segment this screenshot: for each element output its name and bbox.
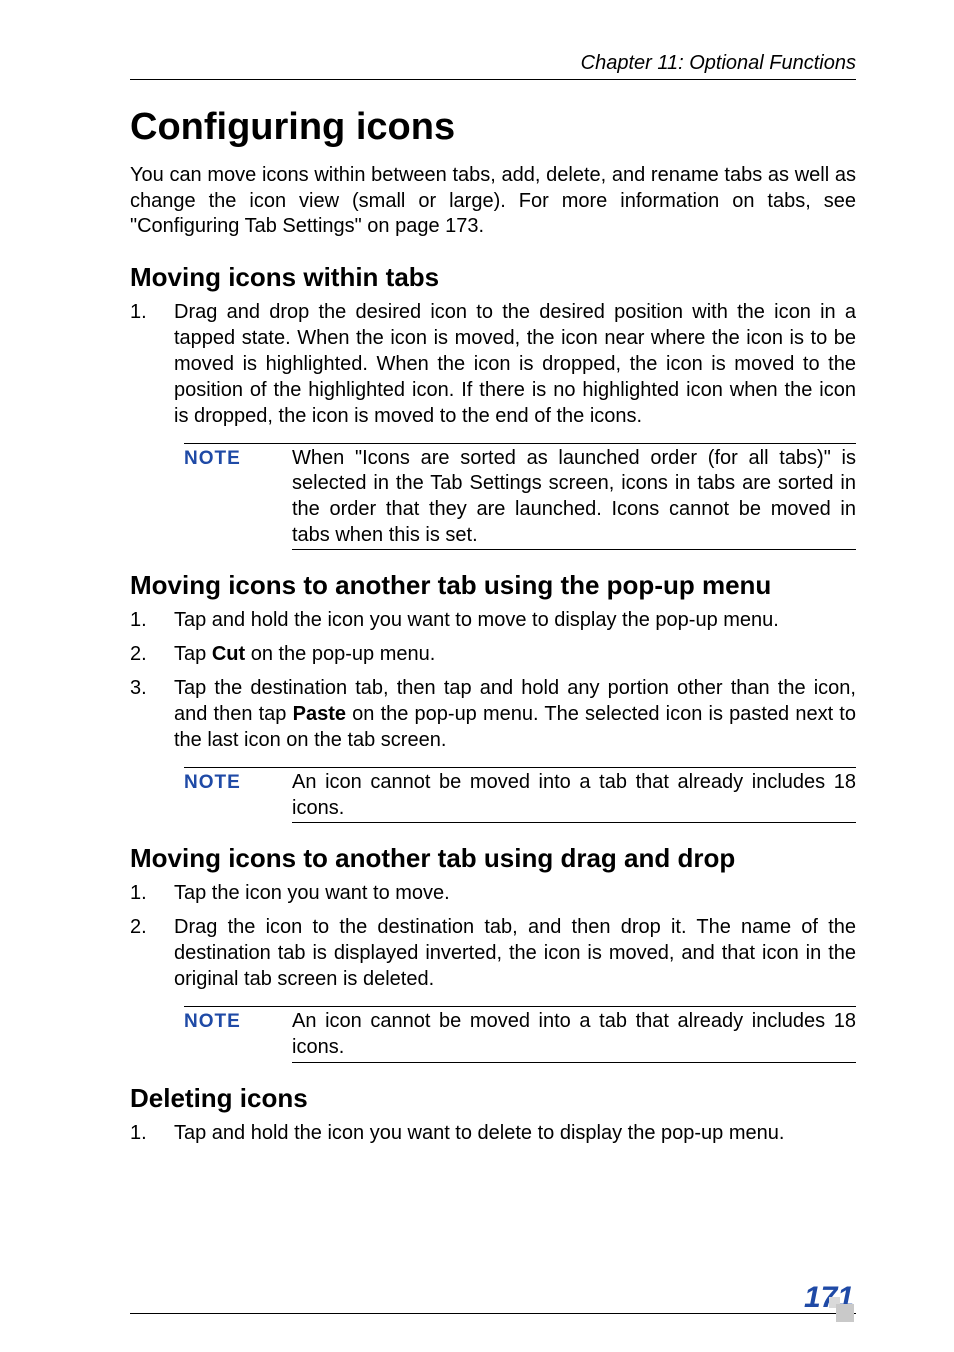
page-decoration-icon xyxy=(828,1296,854,1322)
bold-paste: Paste xyxy=(293,703,346,725)
step-text: Tap the icon you want to move. xyxy=(174,880,856,906)
note-block: NOTE An icon cannot be moved into a tab … xyxy=(184,1006,856,1062)
step-number: 1. xyxy=(130,1120,174,1146)
step-number: 3. xyxy=(130,675,174,753)
page: Chapter 11: Optional Functions Configuri… xyxy=(0,0,954,1352)
list-item: 1. Tap the icon you want to move. xyxy=(130,880,856,906)
note-body: An icon cannot be moved into a tab that … xyxy=(292,770,856,821)
section-heading-moving-within-tabs: Moving icons within tabs xyxy=(130,262,856,293)
list-item: 3. Tap the destination tab, then tap and… xyxy=(130,675,856,753)
intro-paragraph: You can move icons within between tabs, … xyxy=(130,163,856,240)
header-rule xyxy=(130,79,856,80)
note-label: NOTE xyxy=(184,446,292,470)
note-body: When "Icons are sorted as launched order… xyxy=(292,446,856,548)
list-item: 1. Tap and hold the icon you want to mov… xyxy=(130,607,856,633)
note-block: NOTE When "Icons are sorted as launched … xyxy=(184,443,856,550)
section-heading-drag-drop: Moving icons to another tab using drag a… xyxy=(130,843,856,874)
step-number: 1. xyxy=(130,880,174,906)
list-item: 1. Tap and hold the icon you want to del… xyxy=(130,1120,856,1146)
note-rule-bottom xyxy=(292,822,856,823)
note-label: NOTE xyxy=(184,1009,292,1033)
step-text: Tap and hold the icon you want to move t… xyxy=(174,607,856,633)
step-text: Drag the icon to the destination tab, an… xyxy=(174,914,856,992)
procedure-list: 1. Tap and hold the icon you want to del… xyxy=(130,1120,856,1146)
note-body: An icon cannot be moved into a tab that … xyxy=(292,1009,856,1060)
list-item: 1. Drag and drop the desired icon to the… xyxy=(130,299,856,429)
page-title: Configuring icons xyxy=(130,106,856,149)
running-header: Chapter 11: Optional Functions xyxy=(130,52,856,75)
list-item: 2. Tap Cut on the pop-up menu. xyxy=(130,641,856,667)
list-item: 2. Drag the icon to the destination tab,… xyxy=(130,914,856,992)
step-number: 1. xyxy=(130,299,174,429)
step-text: Tap Cut on the pop-up menu. xyxy=(174,641,856,667)
section-heading-popup-menu: Moving icons to another tab using the po… xyxy=(130,570,856,601)
bold-cut: Cut xyxy=(212,643,245,665)
section-heading-deleting-icons: Deleting icons xyxy=(130,1083,856,1114)
square-icon xyxy=(836,1304,854,1322)
step-number: 1. xyxy=(130,607,174,633)
procedure-list: 1. Tap and hold the icon you want to mov… xyxy=(130,607,856,753)
step-number: 2. xyxy=(130,914,174,992)
step-text: Tap the destination tab, then tap and ho… xyxy=(174,675,856,753)
note-label: NOTE xyxy=(184,770,292,794)
procedure-list: 1. Tap the icon you want to move. 2. Dra… xyxy=(130,880,856,992)
footer-rule xyxy=(130,1313,856,1314)
step-number: 2. xyxy=(130,641,174,667)
step-text: Drag and drop the desired icon to the de… xyxy=(174,299,856,429)
step-text: Tap and hold the icon you want to delete… xyxy=(174,1120,856,1146)
procedure-list: 1. Drag and drop the desired icon to the… xyxy=(130,299,856,429)
note-rule-bottom xyxy=(292,549,856,550)
note-block: NOTE An icon cannot be moved into a tab … xyxy=(184,767,856,823)
footer: 171 xyxy=(130,1283,856,1314)
note-rule-bottom xyxy=(292,1062,856,1063)
